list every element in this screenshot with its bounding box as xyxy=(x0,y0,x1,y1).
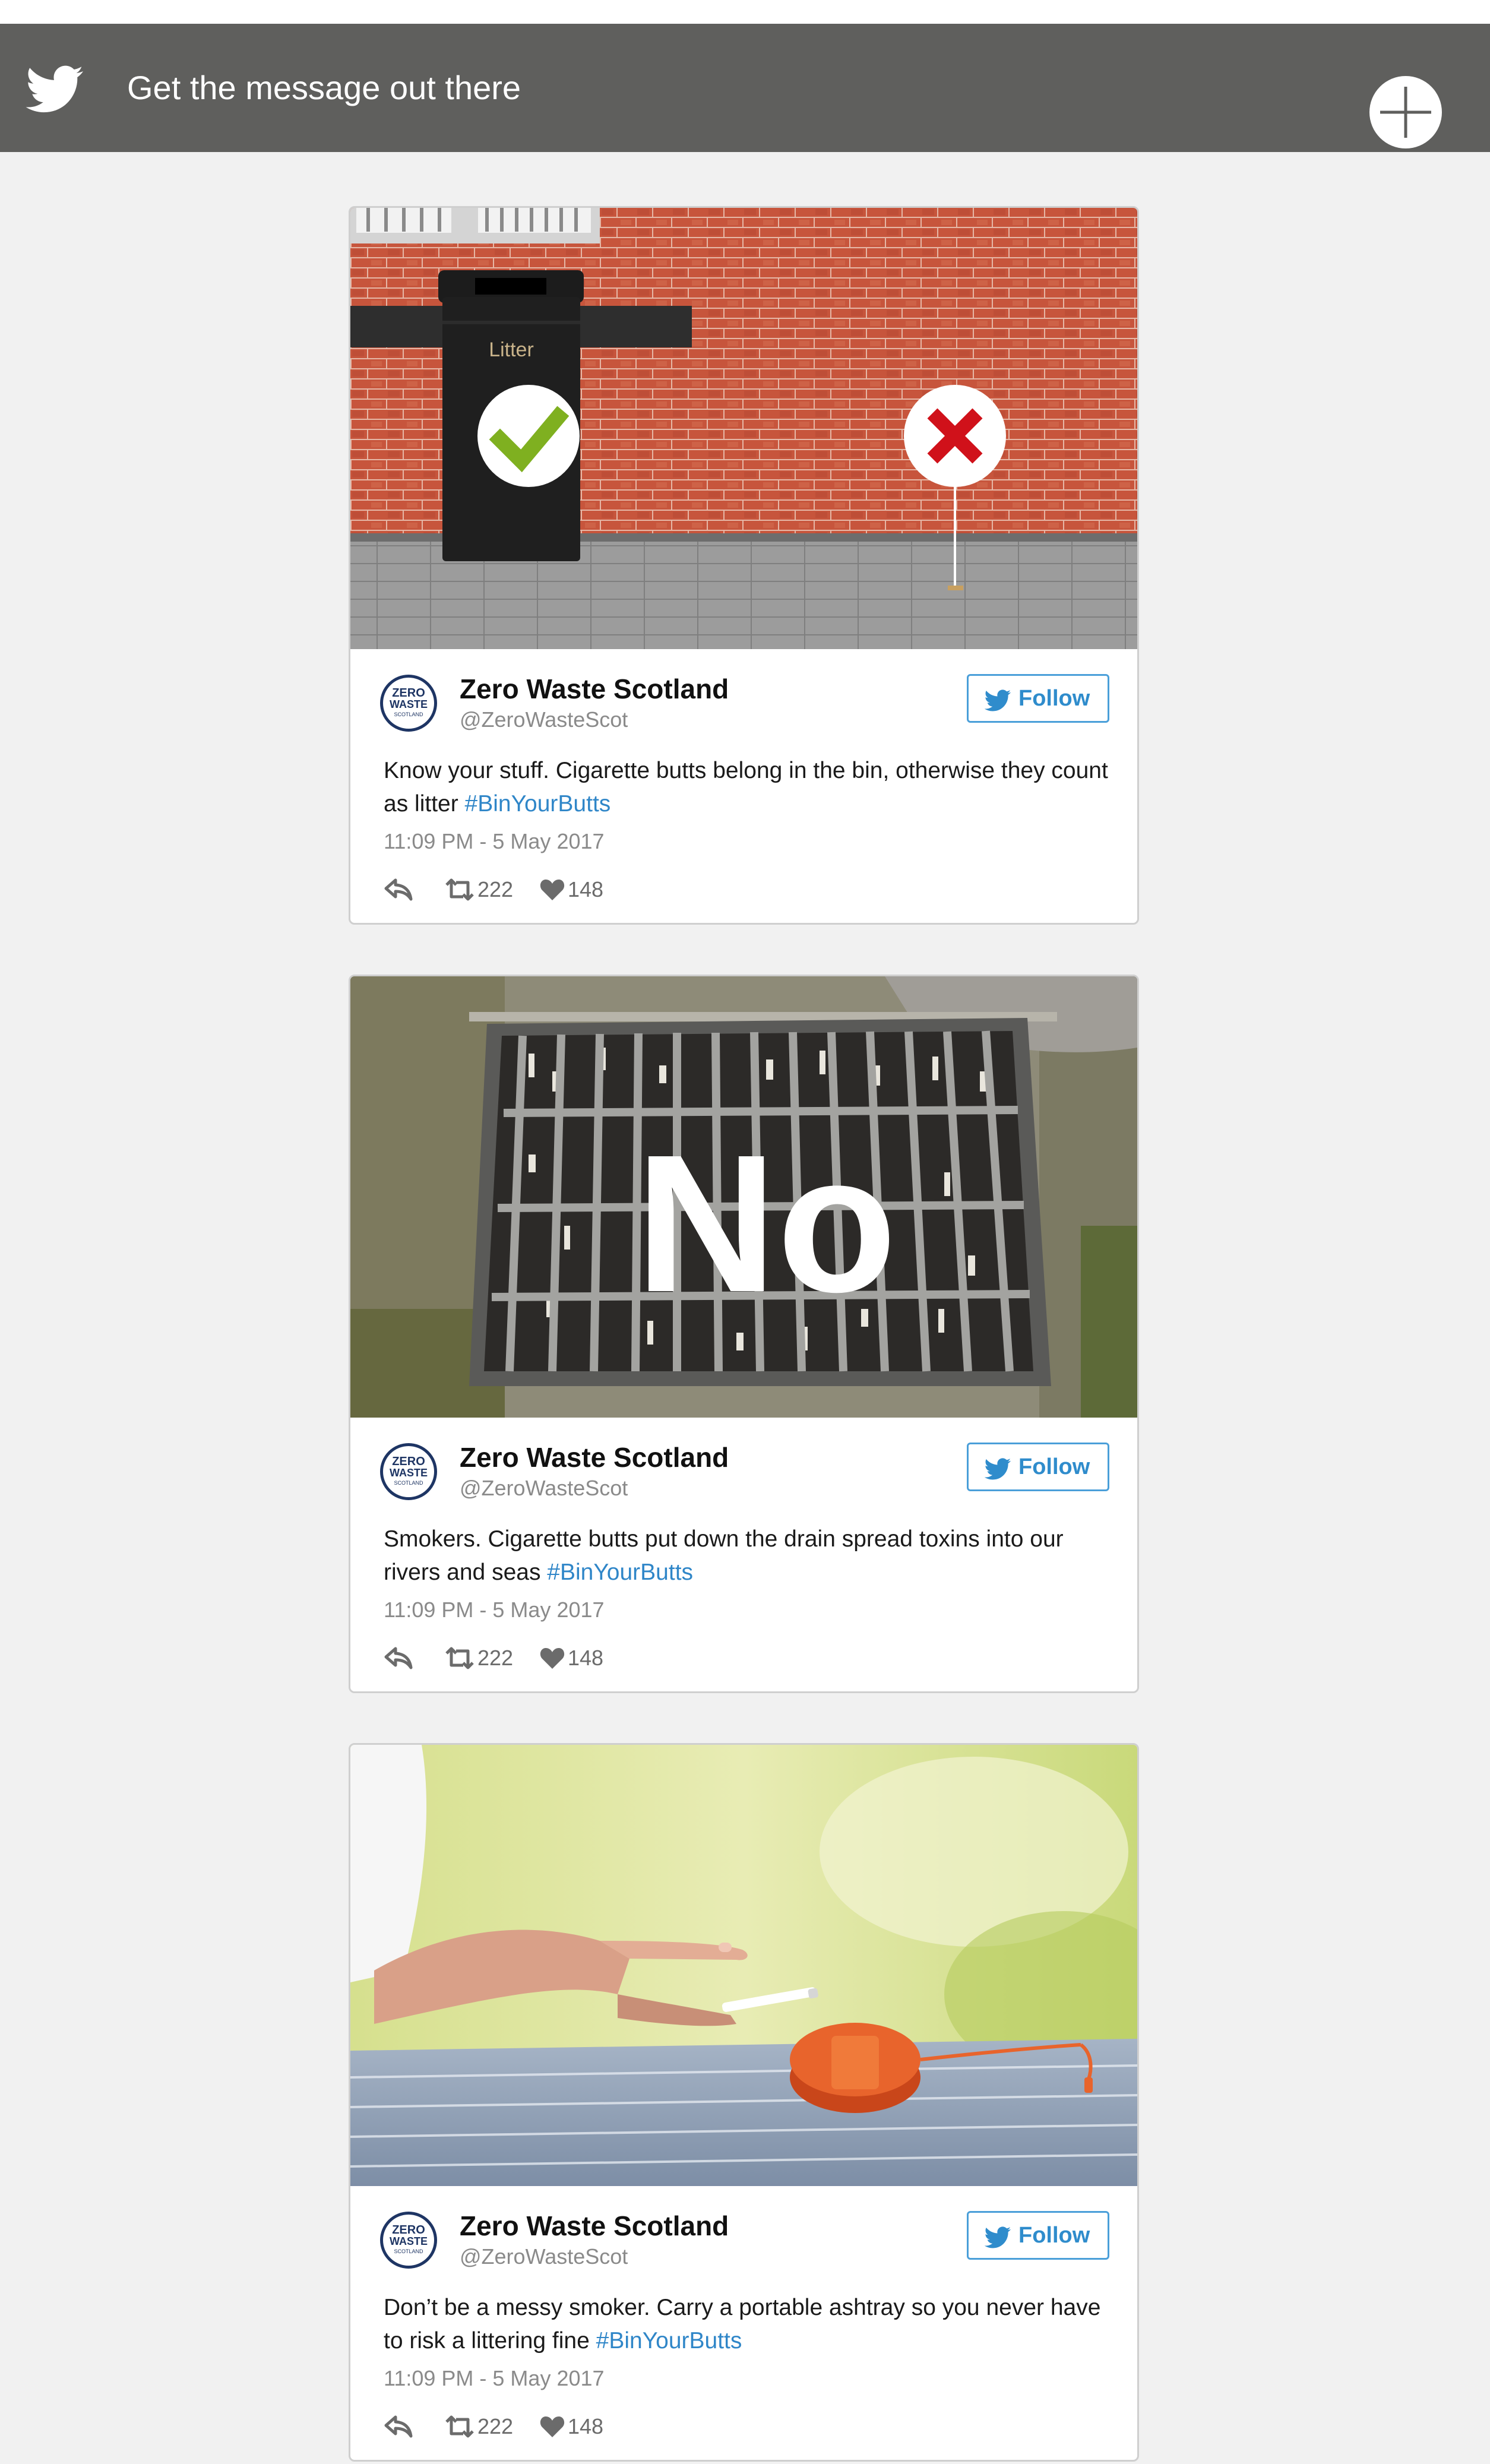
like-count: 148 xyxy=(568,1646,604,1670)
add-button[interactable] xyxy=(1369,76,1442,148)
hashtag-link[interactable]: #BinYourButts xyxy=(596,2328,742,2354)
overlay-no-text: No xyxy=(635,1114,897,1333)
reply-button[interactable] xyxy=(384,1640,419,1676)
tweet-text: Smokers. Cigarette butts put down the dr… xyxy=(384,1526,1064,1585)
retweet-icon xyxy=(445,1647,474,1669)
tweet-card: ZERO WASTE SCOTLAND Zero Waste Scotland @Z… xyxy=(349,1743,1139,2462)
retweet-button[interactable]: 222 xyxy=(443,872,532,907)
like-button[interactable]: 148 xyxy=(539,1640,628,1676)
app-header: Get the message out there xyxy=(0,24,1490,152)
account-handle[interactable]: @ZeroWasteScot xyxy=(460,707,628,733)
account-handle[interactable]: @ZeroWasteScot xyxy=(460,2244,628,2270)
retweet-button[interactable]: 222 xyxy=(443,1640,532,1676)
plus-icon xyxy=(1380,87,1431,138)
account-name[interactable]: Zero Waste Scotland xyxy=(460,2209,729,2242)
reply-icon xyxy=(384,2415,413,2438)
retweet-button[interactable]: 222 xyxy=(443,2409,532,2444)
retweet-icon xyxy=(445,2415,474,2438)
hashtag-link[interactable]: #BinYourButts xyxy=(465,791,611,817)
reply-icon xyxy=(384,878,413,901)
tweet-card: Litter ZERO WASTE SCOTLAND Zero Waste Scot… xyxy=(349,206,1139,925)
tweet-text: Know your stuff. Cigarette butts belong … xyxy=(384,758,1108,817)
zero-waste-logo: ZERO WASTE SCOTLAND xyxy=(380,675,437,732)
tweet-text: Don’t be a messy smoker. Carry a portabl… xyxy=(384,2295,1101,2354)
like-count: 148 xyxy=(568,2414,604,2438)
reply-button[interactable] xyxy=(384,872,419,907)
checkmark-icon xyxy=(477,385,580,487)
top-strip xyxy=(0,0,1490,24)
account-handle[interactable]: @ZeroWasteScot xyxy=(460,1475,628,1501)
retweet-count: 222 xyxy=(477,1646,514,1670)
twitter-bird-icon xyxy=(984,1458,1011,1480)
twitter-bird-icon xyxy=(26,65,83,113)
retweet-count: 222 xyxy=(477,2414,514,2438)
twitter-bird-icon xyxy=(984,689,1011,711)
heart-icon xyxy=(540,1648,565,1669)
account-name[interactable]: Zero Waste Scotland xyxy=(460,672,729,706)
retweet-count: 222 xyxy=(477,877,514,902)
hashtag-link[interactable]: #BinYourButts xyxy=(547,1560,693,1585)
reply-icon xyxy=(384,1647,413,1669)
tweet-image-bin[interactable]: Litter xyxy=(350,208,1137,649)
tweet-timestamp[interactable]: 11:09 PM - 5 May 2017 xyxy=(384,828,605,855)
tweet-card: No ZERO WASTE SCOTLAND Zero Waste Scotland… xyxy=(349,975,1139,1693)
tweet-timestamp[interactable]: 11:09 PM - 5 May 2017 xyxy=(384,1597,605,1623)
twitter-bird-icon xyxy=(984,2226,1011,2248)
tweet-image-drain[interactable]: No xyxy=(350,976,1137,1418)
heart-icon xyxy=(540,880,565,900)
tweet-image-ashtray[interactable] xyxy=(350,1745,1137,2186)
follow-button[interactable]: Follow xyxy=(967,1443,1109,1491)
zero-waste-logo: ZERO WASTE SCOTLAND xyxy=(380,1443,437,1500)
zero-waste-logo: ZERO WASTE SCOTLAND xyxy=(380,2212,437,2269)
heart-icon xyxy=(540,2416,565,2437)
retweet-icon xyxy=(445,878,474,901)
like-button[interactable]: 148 xyxy=(539,2409,628,2444)
bin-label: Litter xyxy=(489,339,534,361)
tweet-actions: 222 148 xyxy=(384,2409,859,2444)
follow-button[interactable]: Follow xyxy=(967,2211,1109,2260)
tweet-actions: 222 148 xyxy=(384,872,859,907)
account-name[interactable]: Zero Waste Scotland xyxy=(460,1441,729,1474)
like-button[interactable]: 148 xyxy=(539,872,628,907)
like-count: 148 xyxy=(568,877,604,902)
follow-button[interactable]: Follow xyxy=(967,674,1109,723)
reply-button[interactable] xyxy=(384,2409,419,2444)
tweet-timestamp[interactable]: 11:09 PM - 5 May 2017 xyxy=(384,2365,605,2392)
header-title: Get the message out there xyxy=(127,69,521,106)
tweet-actions: 222 148 xyxy=(384,1640,859,1676)
